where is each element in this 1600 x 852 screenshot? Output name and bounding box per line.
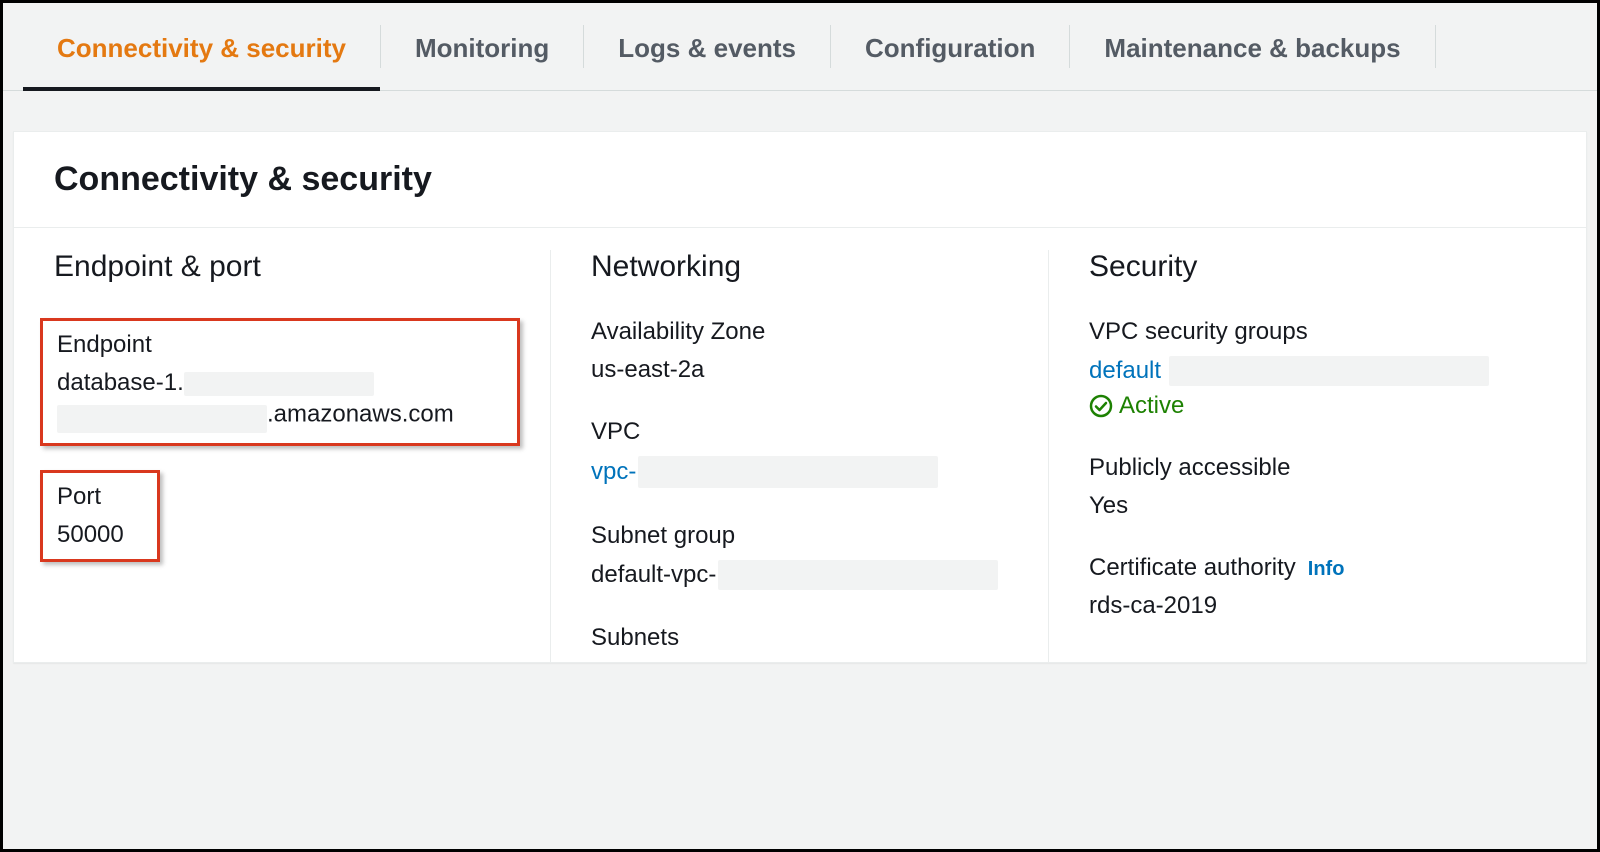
networking-heading: Networking — [591, 250, 1018, 284]
connectivity-security-panel: Connectivity & security Endpoint & port … — [13, 131, 1587, 663]
check-circle-icon — [1089, 394, 1113, 418]
endpoint-value: database-1. .amazonaws.com — [57, 369, 503, 433]
certificate-authority-info-link[interactable]: Info — [1308, 558, 1345, 581]
redacted-block — [1169, 356, 1489, 386]
tab-bar: Connectivity & security Monitoring Logs … — [3, 3, 1597, 91]
window-frame: Connectivity & security Monitoring Logs … — [0, 0, 1600, 852]
availability-zone-field: Availability Zone us-east-2a — [591, 318, 1018, 384]
vpc-label: VPC — [591, 418, 1018, 446]
redacted-block — [184, 372, 374, 396]
subnet-group-label: Subnet group — [591, 522, 1018, 550]
endpoint-highlight-box: Endpoint database-1. .amazonaws.com — [40, 318, 520, 446]
subnet-group-prefix: default-vpc- — [591, 561, 716, 589]
tab-maintenance-backups[interactable]: Maintenance & backups — [1070, 3, 1434, 90]
vpc-value: vpc- — [591, 456, 1018, 488]
availability-zone-label: Availability Zone — [591, 318, 1018, 346]
subnets-field: Subnets — [591, 624, 1018, 652]
certificate-authority-field: Certificate authority Info rds-ca-2019 — [1089, 554, 1516, 620]
publicly-accessible-label: Publicly accessible — [1089, 454, 1516, 482]
tab-logs-events[interactable]: Logs & events — [584, 3, 830, 90]
subnets-label: Subnets — [591, 624, 1018, 652]
tab-connectivity-security[interactable]: Connectivity & security — [23, 3, 380, 90]
port-label: Port — [57, 483, 143, 511]
vpc-link[interactable]: vpc- — [591, 458, 636, 486]
column-endpoint-port: Endpoint & port Endpoint database-1. .am… — [54, 250, 550, 662]
vpc-security-groups-field: VPC security groups default Active — [1089, 318, 1516, 420]
redacted-block — [718, 560, 998, 590]
redacted-block — [638, 456, 938, 488]
panel-title: Connectivity & security — [54, 160, 1546, 199]
subnet-group-field: Subnet group default-vpc- — [591, 522, 1018, 590]
port-value: 50000 — [57, 521, 143, 549]
security-group-link[interactable]: default — [1089, 357, 1161, 385]
tab-configuration[interactable]: Configuration — [831, 3, 1069, 90]
column-security: Security VPC security groups default Act… — [1048, 250, 1546, 662]
security-heading: Security — [1089, 250, 1516, 284]
column-networking: Networking Availability Zone us-east-2a … — [550, 250, 1048, 662]
tab-separator — [1435, 25, 1436, 68]
endpoint-label: Endpoint — [57, 331, 503, 359]
endpoint-port-heading: Endpoint & port — [54, 250, 520, 284]
certificate-authority-label: Certificate authority — [1089, 554, 1296, 582]
vpc-field: VPC vpc- — [591, 418, 1018, 488]
availability-zone-value: us-east-2a — [591, 356, 1018, 384]
panel-body: Endpoint & port Endpoint database-1. .am… — [14, 228, 1586, 662]
vpc-security-groups-label: VPC security groups — [1089, 318, 1516, 346]
endpoint-suffix: .amazonaws.com — [267, 400, 454, 427]
security-group-status-text: Active — [1119, 392, 1184, 420]
redacted-block — [57, 405, 267, 433]
vpc-security-groups-value: default — [1089, 356, 1516, 386]
publicly-accessible-field: Publicly accessible Yes — [1089, 454, 1516, 520]
subnet-group-value: default-vpc- — [591, 560, 1018, 590]
certificate-authority-value: rds-ca-2019 — [1089, 592, 1516, 620]
tab-monitoring[interactable]: Monitoring — [381, 3, 583, 90]
panel-header: Connectivity & security — [14, 132, 1586, 228]
publicly-accessible-value: Yes — [1089, 492, 1516, 520]
security-group-status: Active — [1089, 392, 1516, 420]
endpoint-prefix: database-1. — [57, 369, 184, 396]
port-highlight-box: Port 50000 — [40, 470, 160, 562]
